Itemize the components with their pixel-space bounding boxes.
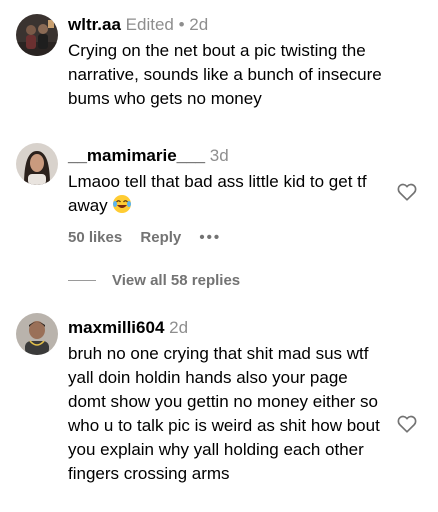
- comment-text: bruh no one crying that shit mad sus wtf…: [68, 344, 380, 483]
- comment-username[interactable]: __mamimarie___: [68, 146, 205, 165]
- comment-time: 2d: [169, 318, 189, 337]
- avatar[interactable]: [16, 14, 58, 56]
- avatar[interactable]: [16, 143, 58, 185]
- comment-text-block: Lmaoo tell that bad ass little kid to ge…: [68, 170, 368, 218]
- laughing-crying-emoji-icon: [112, 194, 132, 214]
- avatar[interactable]: [16, 313, 58, 355]
- comment-text: Crying on the net bout a pic twisting th…: [68, 41, 382, 108]
- edited-label: Edited: [125, 15, 174, 34]
- comment-username[interactable]: maxmilli604: [68, 318, 164, 337]
- comment-username[interactable]: wltr.aa: [68, 15, 121, 34]
- comment-time: 3d: [209, 146, 229, 165]
- more-options-icon[interactable]: •••: [199, 229, 221, 246]
- separator: •: [178, 15, 185, 34]
- avatar-man-photo-icon: [16, 313, 58, 355]
- view-all-replies-button[interactable]: View all 58 replies: [68, 272, 240, 289]
- divider-line: [68, 280, 96, 281]
- likes-count[interactable]: 50 likes: [68, 229, 122, 246]
- reply-button[interactable]: Reply: [140, 229, 181, 246]
- avatar-woman-photo-icon: [16, 143, 58, 185]
- like-heart-icon[interactable]: [396, 181, 418, 203]
- like-heart-icon[interactable]: [396, 413, 418, 435]
- comment-time: 2d: [189, 15, 209, 34]
- avatar-couple-photo-icon: [16, 14, 58, 56]
- view-replies-label: View all 58 replies: [112, 272, 241, 289]
